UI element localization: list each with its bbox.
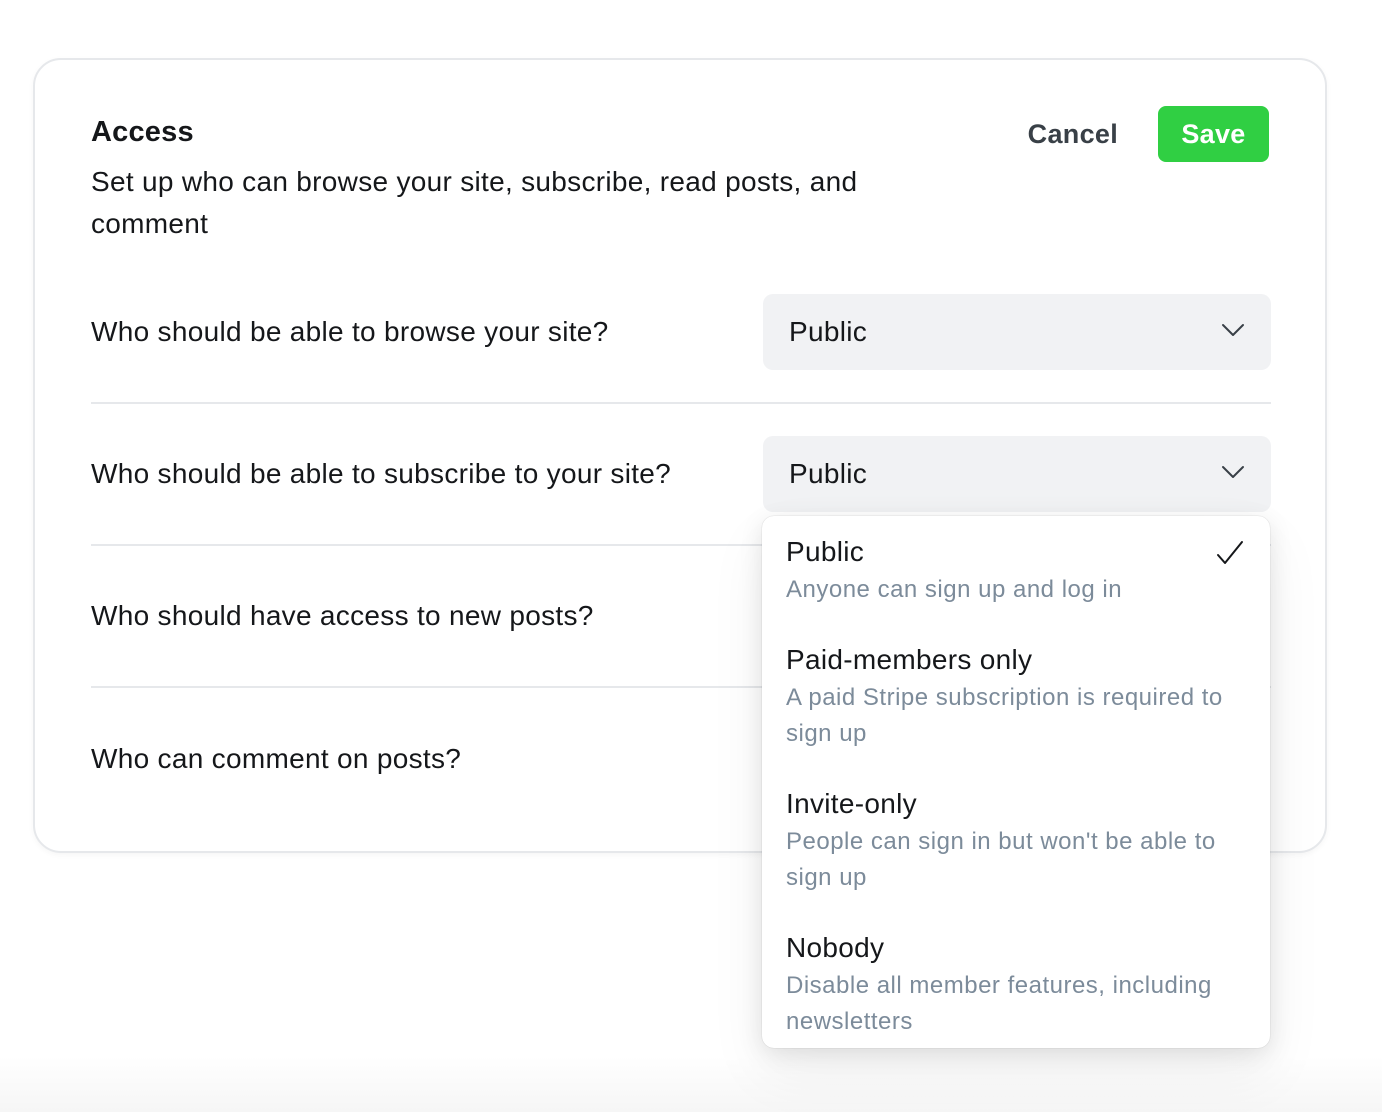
option-spacer bbox=[762, 896, 1270, 930]
dropdown-option-paid-members-only[interactable]: Paid-members only A paid Stripe subscrip… bbox=[762, 642, 1270, 752]
subscribe-access-label: Who should be able to subscribe to your … bbox=[91, 458, 672, 489]
option-description: Disable all member features, including n… bbox=[786, 972, 1212, 1035]
option-title: Nobody bbox=[786, 932, 885, 963]
dropdown-option-invite-only[interactable]: Invite-only People can sign in but won't… bbox=[762, 786, 1270, 896]
option-title: Paid-members only bbox=[786, 644, 1033, 675]
option-spacer bbox=[762, 752, 1270, 786]
option-title: Invite-only bbox=[786, 788, 917, 819]
browse-access-label: Who should be able to browse your site? bbox=[91, 316, 609, 347]
section-description: Set up who can browse your site, subscri… bbox=[91, 166, 858, 239]
cancel-button[interactable]: Cancel bbox=[1028, 119, 1118, 150]
dropdown-option-public[interactable]: Public Anyone can sign up and log in bbox=[762, 534, 1270, 608]
option-spacer bbox=[762, 608, 1270, 642]
post-access-label: Who should have access to new posts? bbox=[91, 600, 594, 631]
dropdown-option-nobody[interactable]: Nobody Disable all member features, incl… bbox=[762, 930, 1270, 1040]
chevron-down-icon bbox=[1222, 466, 1244, 478]
save-button[interactable]: Save bbox=[1158, 106, 1269, 162]
browse-access-select[interactable]: Public bbox=[763, 294, 1271, 370]
header-actions: Cancel Save bbox=[1028, 106, 1269, 162]
option-description: Anyone can sign up and log in bbox=[786, 576, 1123, 603]
option-description: A paid Stripe subscription is required t… bbox=[786, 684, 1223, 747]
chevron-down-icon bbox=[1222, 324, 1244, 336]
subscribe-access-value: Public bbox=[789, 458, 868, 489]
settings-page: Access Set up who can browse your site, … bbox=[0, 0, 1382, 1112]
comment-access-label: Who can comment on posts? bbox=[91, 743, 462, 774]
checkmark-icon bbox=[1217, 541, 1243, 564]
subscribe-access-dropdown-menu: Public Anyone can sign up and log in Pai… bbox=[762, 516, 1270, 1048]
option-title: Public bbox=[786, 536, 865, 567]
option-description: People can sign in but won't be able to … bbox=[786, 828, 1216, 891]
subscribe-access-select[interactable]: Public bbox=[763, 436, 1271, 512]
browse-access-value: Public bbox=[789, 316, 868, 347]
browse-access-row: Who should be able to browse your site? … bbox=[91, 262, 1271, 404]
